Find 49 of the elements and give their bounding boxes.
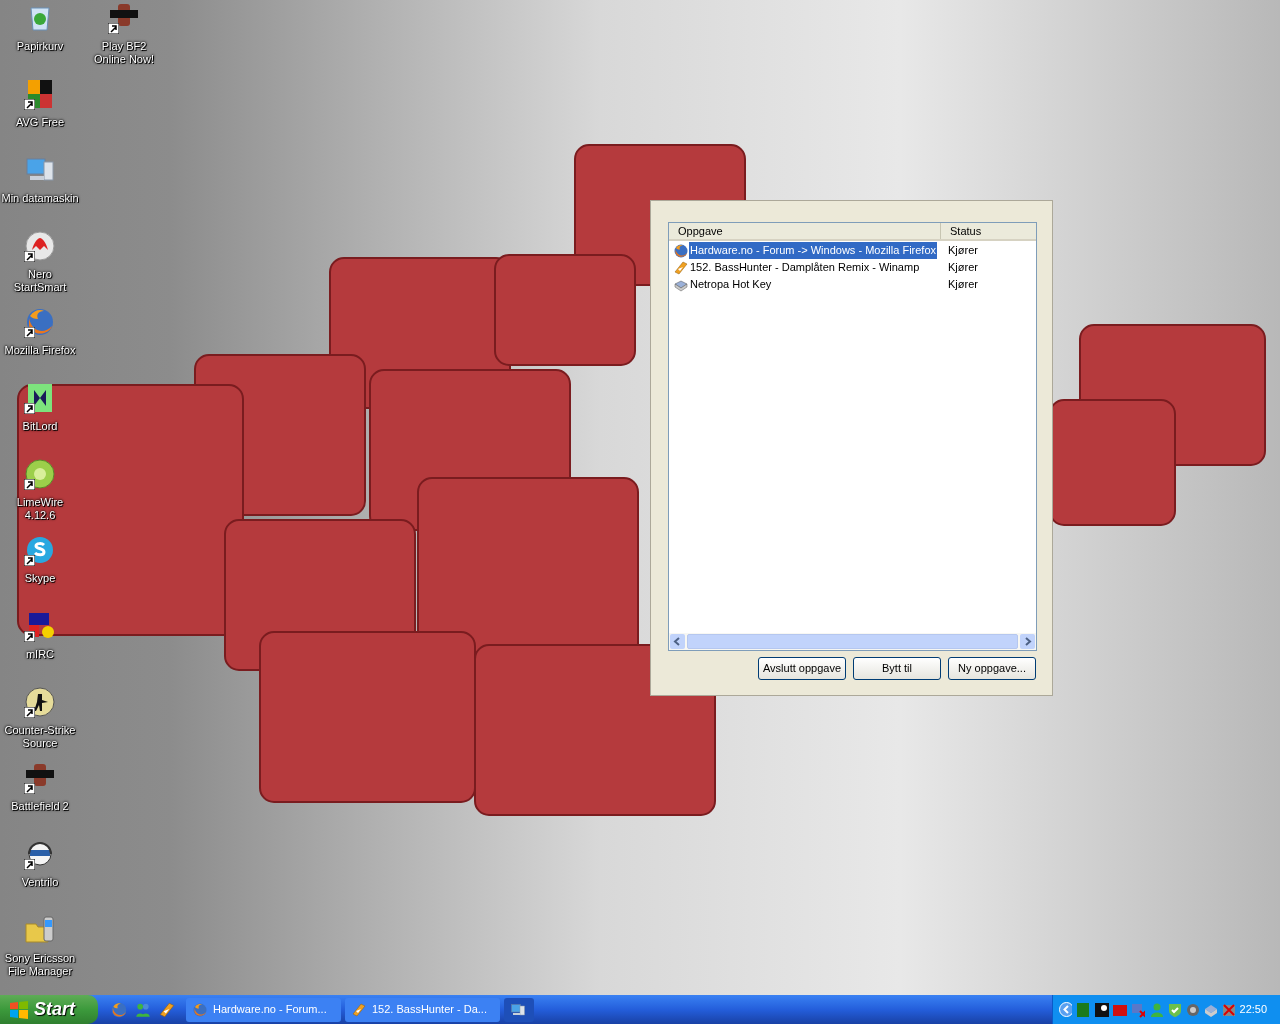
task-status: Kjører — [947, 277, 978, 293]
network-error-icon[interactable] — [1130, 1001, 1145, 1018]
fox-globe-icon[interactable] — [24, 306, 56, 338]
icon-label[interactable]: Papirkurv — [1, 40, 79, 53]
column-header[interactable]: Status — [941, 223, 1036, 239]
fox-globe-icon[interactable] — [673, 242, 689, 259]
taskbar-button[interactable]: Hardware.no - Forum... — [186, 997, 341, 1022]
scroll-right-icon[interactable] — [1020, 634, 1035, 649]
icon-label[interactable]: mIRC — [1, 648, 79, 661]
flame-disc-icon[interactable] — [24, 230, 56, 262]
icon-label[interactable]: Play BF2 Online Now! — [85, 40, 163, 66]
soldier-silhouette-icon[interactable] — [24, 686, 56, 718]
icon-label[interactable]: Ventrilo — [1, 876, 79, 889]
lightning-icon[interactable] — [158, 1000, 176, 1019]
scroll-left-icon[interactable] — [670, 634, 685, 649]
task-name[interactable]: 152. BassHunter - Damplåten Remix - Winamp — [689, 259, 921, 276]
icon-label[interactable]: Min datamaskin — [1, 192, 79, 205]
lightning-icon[interactable] — [673, 259, 689, 276]
task-name[interactable]: Netropa Hot Key — [689, 276, 773, 293]
computer-icon[interactable] — [510, 1001, 526, 1018]
horizontal-scrollbar[interactable] — [669, 633, 1036, 650]
column-header[interactable]: Oppgave — [669, 223, 941, 239]
dialog-button[interactable]: Bytt til — [853, 657, 941, 680]
icon-label[interactable]: Counter-Strike Source — [1, 724, 79, 750]
icon-label[interactable]: Sony Ericsson File Manager — [1, 952, 79, 978]
scroll-thumb[interactable] — [687, 634, 1018, 649]
ring-icon[interactable] — [24, 458, 56, 490]
dialog-button[interactable]: Ny oppgave... — [948, 657, 1036, 680]
start-button[interactable]: Start — [0, 995, 98, 1024]
task-status: Kjører — [947, 260, 978, 276]
shield-check-icon[interactable] — [1166, 1001, 1182, 1018]
dialog-button[interactable]: Avslutt oppgave — [758, 657, 846, 680]
icon-label[interactable]: Nero StartSmart — [1, 268, 79, 294]
clock[interactable]: 22:50 — [1239, 1001, 1268, 1018]
windows-logo-icon — [9, 1000, 29, 1019]
folder-phone-icon[interactable] — [24, 914, 56, 946]
icon-label[interactable]: BitLord — [1, 420, 79, 433]
icon-label[interactable]: AVG Free — [1, 116, 79, 129]
icon-label[interactable]: LimeWire 4.12.6 — [1, 496, 79, 522]
taskbar-button[interactable]: 152. BassHunter - Da... — [345, 997, 500, 1022]
icon-label[interactable]: Mozilla Firefox — [1, 344, 79, 357]
collapse-arrow-icon[interactable] — [1059, 1002, 1073, 1017]
icon-label[interactable]: Skype — [1, 572, 79, 585]
icon-label[interactable]: Battlefield 2 — [1, 800, 79, 813]
task-status: Kjører — [947, 243, 978, 259]
lightning-icon[interactable] — [351, 1001, 367, 1018]
cloud-s-icon[interactable] — [24, 534, 56, 566]
taskbar-button[interactable] — [504, 997, 534, 1022]
task-name[interactable]: Hardware.no - Forum -> Windows - Mozilla Firefox — [689, 242, 938, 259]
